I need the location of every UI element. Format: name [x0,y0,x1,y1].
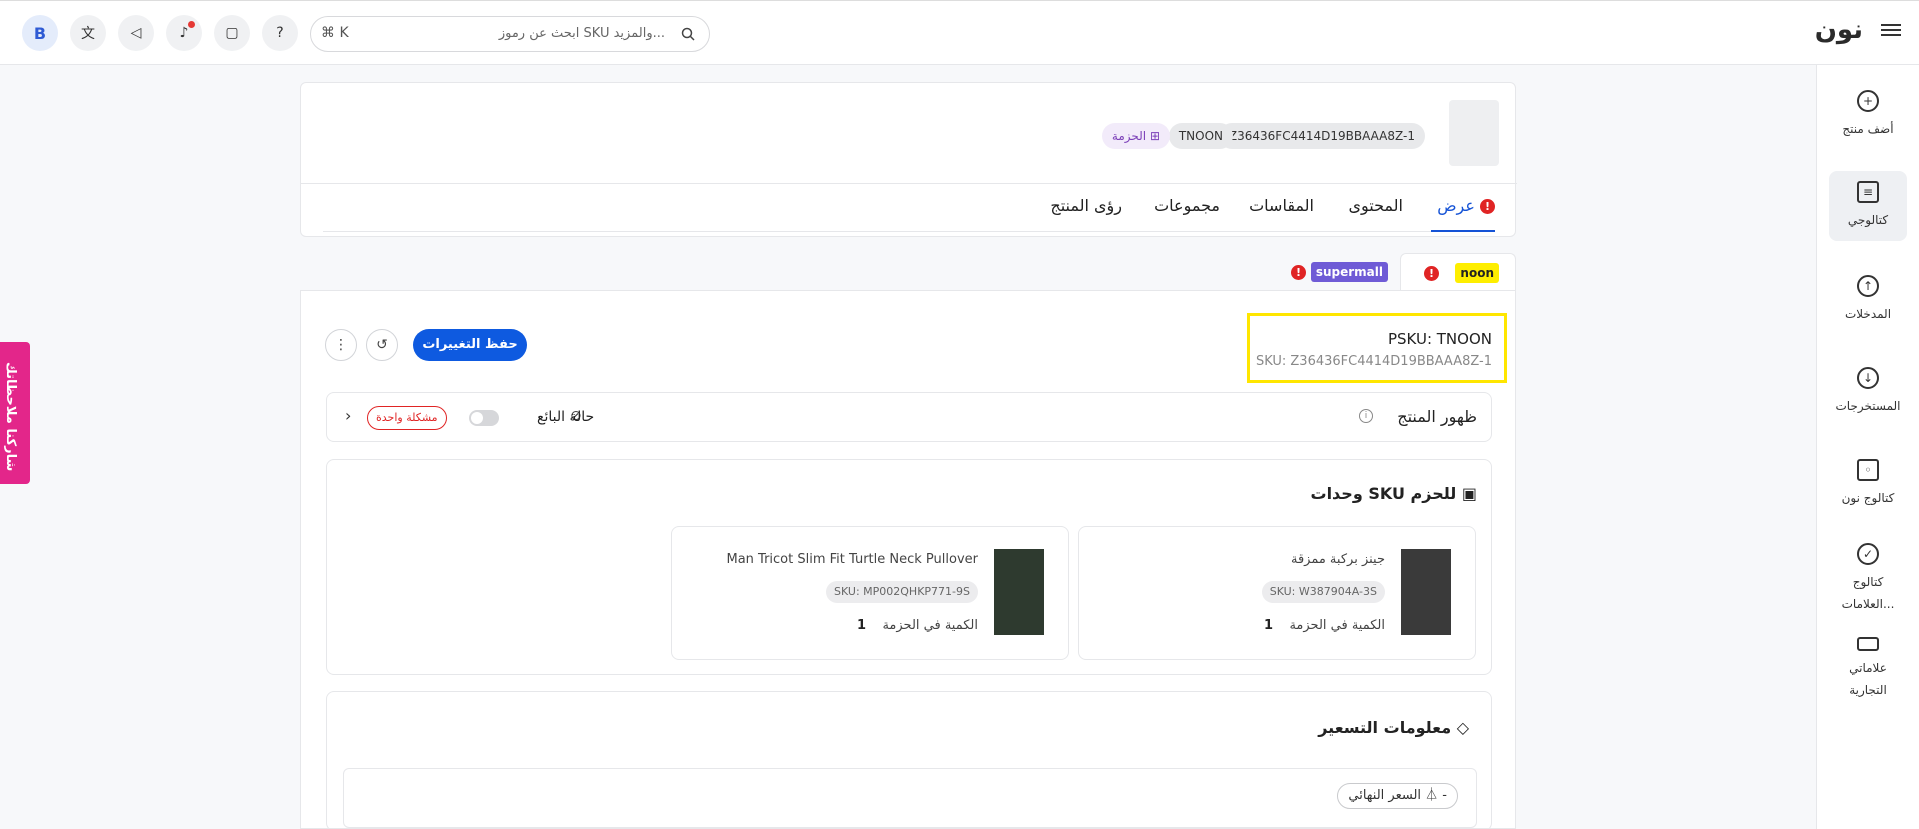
error-icon: ! [1424,266,1439,281]
active-tab-indicator [1431,230,1495,232]
psku-title: PSKU: TNOON [1387,330,1492,348]
search-input[interactable]: ابحث عن رموز SKU والمزيد... ⌘ K [310,16,710,52]
item-sku: SKU: W387904A-3S [1261,581,1385,603]
seller-status-toggle[interactable] [469,410,499,426]
noon-logo[interactable]: نون [1815,15,1863,45]
offer-panel: PSKU: TNOON SKU: Z36436FC4414D19BBAAA8Z-… [300,290,1516,829]
product-visibility-row[interactable]: ظهور المنتج i ⊘ حالة البائع مشكلة واحدة … [326,392,1492,442]
error-icon: ! [1291,265,1306,280]
cloud-download-icon: ↓ [1857,367,1879,389]
product-image [1401,549,1451,635]
info-icon[interactable]: i [1359,409,1373,423]
sidebar-item-label: كتالوج العلامات... [1841,575,1895,611]
sidebar-item-label: كتالوج نون [1841,491,1895,505]
sidebar-item-label: كتالوجي [1847,213,1889,227]
sidebar-item-label: المستخرجات [1835,399,1901,413]
sidebar-item-label: المدخلات [1844,307,1892,321]
sidebar-item-label: أضف منتج [1842,122,1894,136]
feedback-label: شاركنا ملاحظاتك [3,362,18,472]
item-name: Man Tricot Slim Fit Turtle Neck Pullover [726,552,978,567]
visibility-label: ظهور المنتج [1397,407,1477,426]
plus-circle-icon: + [1857,90,1879,112]
sidebar-item-add-product[interactable]: + أضف منتج [1829,90,1907,140]
sidebar-item-my-brands[interactable]: علاماتي التجارية [1829,637,1907,701]
sidebar-item-uploads[interactable]: ↑ المدخلات [1829,275,1907,325]
menu-icon[interactable] [1881,21,1901,41]
sidebar-item-downloads[interactable]: ↓ المستخرجات [1829,367,1907,417]
translate-icon[interactable]: 文 [70,15,106,51]
item-qty-value: 1 [857,618,867,633]
brand-pill: TNOON [1168,123,1233,149]
pricing-title-text: معلومات التسعير [1318,718,1452,737]
price-tag-icon: ◇ [1456,718,1469,737]
item-qty-label: الكمية في الحزمة [1289,618,1385,633]
product-image [994,549,1044,635]
cloud-upload-icon: ↑ [1857,275,1879,297]
sidebar-item-brand-catalog[interactable]: ✓ كتالوج العلامات... [1829,543,1907,615]
chevron-right-icon[interactable]: › [345,406,351,425]
product-thumbnail [1449,100,1499,166]
item-qty-label: الكمية في الحزمة [882,618,978,633]
catalog-icon: ◦ [1857,459,1879,481]
tag-icon [1857,637,1879,651]
tab-offer-label: عرض [1437,196,1475,215]
product-tabs: عرض ! المحتوى المقاسات مجموعات رؤى المنت… [301,183,1517,237]
seller-status-label: حالة البائع [537,409,595,425]
psku-highlight: PSKU: TNOON SKU: Z36436FC4414D19BBAAA8Z-… [1247,313,1507,383]
psku-sku: SKU: Z36436FC4414D19BBAAA8Z-1 [1255,354,1492,369]
tab-insights[interactable]: رؤى المنتج [1050,196,1122,215]
bundle-skus-section: وحدات SKU للحزم ▣ جينز بركبة ممزقة SKU: … [326,459,1492,675]
feedback-tab[interactable]: شاركنا ملاحظاتك [0,342,30,484]
more-options-icon[interactable]: ⋮ [325,329,357,361]
product-header: Z36436FC4414D19BBAAA8Z-1 TNOON الحزمة ⊞ … [300,82,1517,237]
noon-badge: noon [1455,263,1499,283]
gift-icon: ⊞ [1149,129,1160,143]
shortcut-hint: ⌘ K [321,25,349,41]
badge-check-icon: ✓ [1857,543,1879,565]
sidebar: + أضف منتج ≡ كتالوجي ↑ المدخلات ↓ المستخ… [1816,65,1919,829]
tabs-divider [323,231,1495,232]
sku-pill: Z36436FC4414D19BBAAA8Z-1 [1218,123,1425,149]
avatar[interactable]: B [22,15,58,51]
bell-icon[interactable]: ♪ [166,15,202,51]
bundle-pill-label: الحزمة [1111,129,1147,143]
issue-badge[interactable]: مشكلة واحدة [367,406,447,430]
sidebar-item-label: علاماتي التجارية [1849,661,1887,697]
supermall-badge: supermall [1310,262,1388,282]
search-icon [681,27,695,41]
tab-offer[interactable]: عرض ! [1437,196,1495,215]
sidebar-item-my-catalog[interactable]: ≡ كتالوجي [1829,171,1907,241]
bundle-item[interactable]: Man Tricot Slim Fit Turtle Neck Pullover… [671,526,1069,660]
help-icon[interactable]: ? [262,15,298,51]
search-placeholder: ابحث عن رموز SKU والمزيد... [498,26,665,41]
item-name: جينز بركبة ممزقة [1290,552,1385,567]
save-button[interactable]: حفظ التغييرات [413,329,527,361]
tab-groups[interactable]: مجموعات [1154,196,1220,215]
bundle-title: وحدات SKU للحزم ▣ [1310,484,1477,503]
sidebar-item-noon-catalog[interactable]: ◦ كتالوج نون [1829,459,1907,509]
history-icon[interactable]: ↺ [366,329,398,361]
bundle-pill: الحزمة ⊞ [1101,123,1170,149]
store-tab-noon[interactable]: noon ! [1400,253,1516,291]
store-tab-supermall[interactable]: supermall ! [1282,253,1398,291]
megaphone-icon[interactable]: ◁ [118,15,154,51]
bundle-title-text: وحدات SKU للحزم [1310,484,1457,503]
pricing-section: معلومات التسعير ◇ السعر النهائي ⏃ - [326,691,1492,829]
tab-content[interactable]: المحتوى [1348,196,1403,215]
error-icon: ! [1480,199,1495,214]
book-icon: ≡ [1857,181,1879,203]
tab-sizes[interactable]: المقاسات [1249,196,1314,215]
final-price-badge[interactable]: السعر النهائي ⏃ - [1337,783,1458,809]
gift-icon: ▣ [1461,484,1477,503]
notification-dot [188,21,195,28]
top-bar: نون ابحث عن رموز SKU والمزيد... ⌘ K ? ▢ … [0,0,1919,65]
bundle-item[interactable]: جينز بركبة ممزقة SKU: W387904A-3S الكمية… [1078,526,1476,660]
pricing-card: السعر النهائي ⏃ - [343,768,1477,828]
item-sku: SKU: MP002QHKP771-9S [826,581,978,603]
book-open-icon[interactable]: ▢ [214,15,250,51]
pricing-title: معلومات التسعير ◇ [1318,718,1469,737]
item-qty-value: 1 [1264,618,1274,633]
